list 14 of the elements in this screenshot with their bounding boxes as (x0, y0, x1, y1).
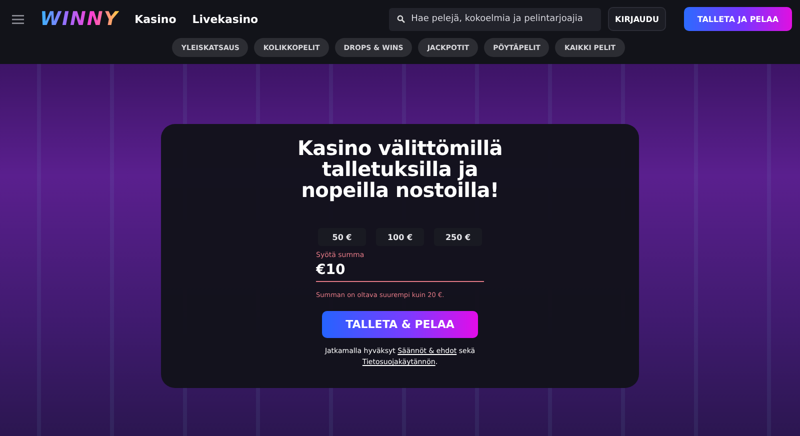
menu-icon[interactable] (12, 14, 24, 24)
login-button[interactable]: KIRJAUDU (608, 7, 666, 31)
deposit-play-button[interactable]: TALLETA & PELAA (322, 311, 478, 338)
amount-button[interactable]: 50 € (318, 228, 366, 246)
search-icon (397, 15, 406, 23)
nav-link[interactable]: Kasino (134, 12, 176, 26)
amount-button[interactable]: 100 € (376, 228, 424, 246)
search-field[interactable]: Hae pelejä, kokoelmia ja pelintarjoajia (389, 8, 602, 30)
deposit-button[interactable]: TALLETA JA PELAA (684, 7, 792, 31)
nav-link[interactable]: Livekasino (192, 12, 258, 26)
search-input[interactable]: Hae pelejä, kokoelmia ja pelintarjoajia (411, 14, 592, 24)
card-heading: Kasino välittömillä talletuksilla ja nopeilla nostoilla! (296, 138, 504, 201)
amount-input[interactable]: €10 (316, 262, 476, 278)
amount-button[interactable]: 250 € (434, 228, 482, 246)
